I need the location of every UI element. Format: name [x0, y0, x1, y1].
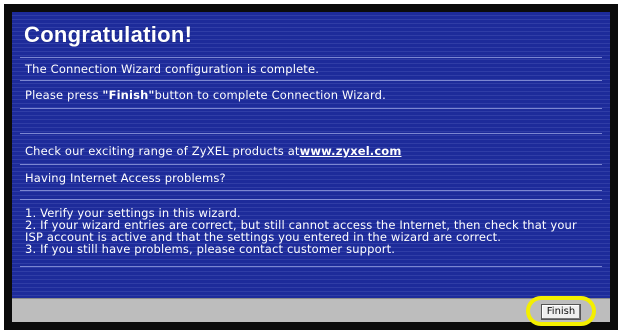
title-divider [20, 57, 602, 58]
steps-top-divider [20, 199, 602, 200]
finish-instruction: Please press "Finish"button to complete … [25, 88, 386, 102]
finish-instruction-suffix: button to complete Connection Wizard. [154, 88, 386, 102]
zyxel-website-link[interactable]: www.zyxel.com [300, 144, 402, 158]
products-prefix: Check our exciting range of ZyXEL produc… [25, 144, 300, 158]
instruction-divider [20, 108, 602, 109]
page-title: Congratulation! [24, 22, 193, 47]
products-message: Check our exciting range of ZyXEL produc… [25, 144, 401, 158]
products-divider [20, 164, 602, 165]
troubleshoot-step-3: 3. If you still have problems, please co… [25, 242, 396, 256]
complete-divider [20, 80, 602, 81]
wizard-window: Congratulation! The Connection Wizard co… [4, 4, 618, 330]
finish-button[interactable]: Finish [541, 304, 581, 320]
complete-message: The Connection Wizard configuration is c… [25, 62, 319, 76]
problems-heading: Having Internet Access problems? [25, 171, 226, 185]
footer-bar: Finish [12, 296, 610, 326]
finish-instruction-button-name: "Finish" [102, 88, 155, 102]
spacer-divider [20, 133, 602, 134]
finish-highlight: Finish [526, 296, 596, 326]
congratulation-panel: Congratulation! The Connection Wizard co… [12, 12, 610, 298]
steps-bottom-divider [20, 266, 602, 267]
finish-instruction-prefix: Please press [25, 88, 103, 102]
problems-divider [20, 190, 602, 191]
